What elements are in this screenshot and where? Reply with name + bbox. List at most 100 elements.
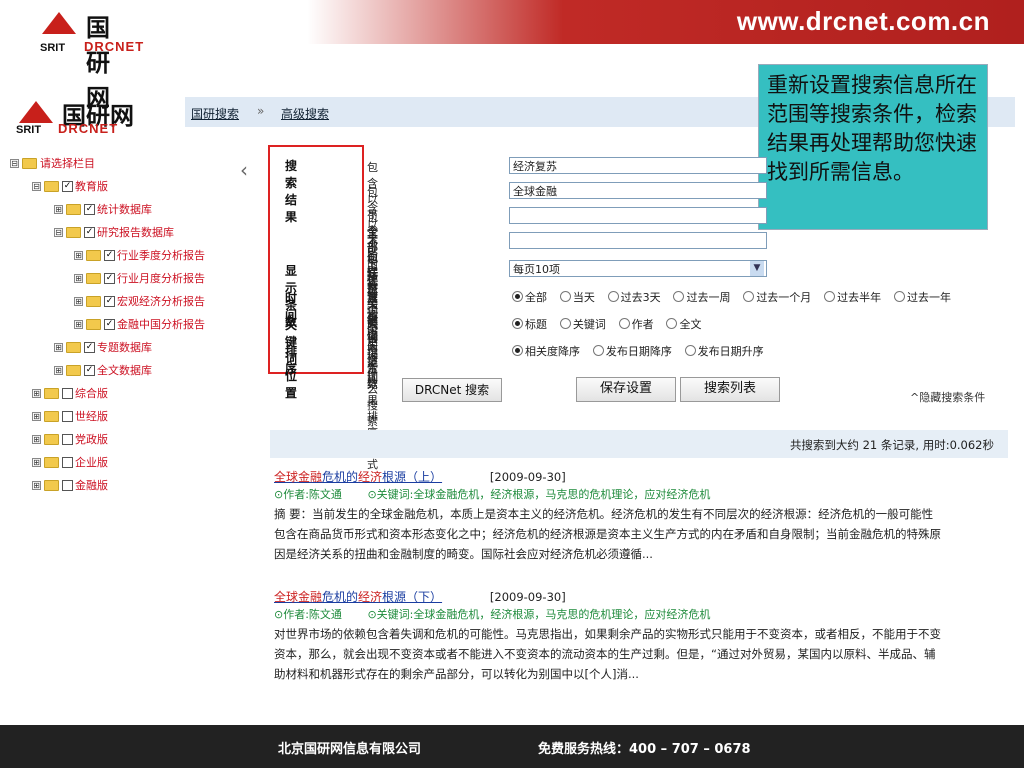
tree-item-label: 专题数据库 [97,341,152,354]
expand-icon[interactable]: ⊞ [32,388,41,398]
checkbox-icon[interactable] [62,410,73,422]
breadcrumb-link-advanced[interactable]: 高级搜索 [281,105,329,122]
exact-keywords-input[interactable]: 全球金融 [509,182,767,199]
result-keywords[interactable]: ⊙关键词:全球金融危机，经济根源，马克思的危机理论，应对经济危机 [367,608,710,621]
tree-item-macro[interactable]: ⊞ ✓ 宏观经济分析报告 [74,292,205,310]
checkbox-icon[interactable] [62,433,73,445]
radio-label: 过去半年 [837,291,882,304]
checkbox-icon[interactable] [62,479,73,491]
expand-icon[interactable]: ⊞ [54,342,63,352]
checkbox-icon[interactable] [62,456,73,468]
result-title-link[interactable]: 全球金融危机的经济根源（下） [274,590,442,604]
checkbox-checked-icon[interactable]: ✓ [104,272,115,284]
search-list-button[interactable]: 搜索列表 [680,377,780,402]
radio-label: 过去3天 [620,291,661,304]
tree-item-education[interactable]: ⊟ ✓ 教育版 [32,177,108,195]
radio-icon[interactable] [592,345,604,356]
tree-item-industry-quarterly[interactable]: ⊞ ✓ 行业季度分析报告 [74,246,205,264]
drcnet-search-button[interactable]: DRCNet 搜索 [402,378,502,402]
tree-item-finance-china[interactable]: ⊞ ✓ 金融中国分析报告 [74,315,205,333]
save-settings-button[interactable]: 保存设置 [576,377,676,402]
expand-icon[interactable]: ⊞ [32,457,41,467]
radio-selected-icon[interactable] [512,345,523,356]
checkbox-checked-icon[interactable]: ✓ [84,203,95,215]
exclude-keywords-input[interactable] [509,232,767,249]
expand-icon[interactable]: ⊞ [74,250,83,260]
tree-item-stats-db[interactable]: ⊞ ✓ 统计数据库 [54,200,152,218]
radio-kw-keyword[interactable]: 关键词 [559,318,606,331]
folder-icon [44,433,59,445]
radio-selected-icon[interactable] [512,291,523,302]
any-keywords-input[interactable] [509,207,767,224]
radio-sort-relevance[interactable]: 相关度降序 [512,345,580,358]
radio-label: 发布日期升序 [697,345,764,358]
tree-item-enterprise[interactable]: ⊞ 企业版 [32,453,108,471]
radio-icon[interactable] [618,318,630,329]
radio-icon[interactable] [684,345,696,356]
collapse-icon[interactable]: ⊟ [10,158,19,168]
tree-item-general[interactable]: ⊞ 综合版 [32,384,108,402]
radio-time-3days[interactable]: 过去3天 [607,291,661,304]
collapse-sidebar-icon[interactable]: ‹ [240,158,248,182]
tree-item-topic-db[interactable]: ⊞ ✓ 专题数据库 [54,338,152,356]
radio-icon[interactable] [893,291,905,302]
collapse-icon[interactable]: ⊟ [32,181,41,191]
radio-time-month[interactable]: 过去一个月 [743,291,811,304]
chevron-down-icon[interactable]: ▼ [750,261,764,276]
radio-time-year[interactable]: 过去一年 [893,291,951,304]
result-keywords[interactable]: ⊙关键词:全球金融危机，经济根源，马克思的危机理论，应对经济危机 [367,488,710,501]
all-keywords-input[interactable]: 经济复苏 [509,157,767,174]
radio-time-all[interactable]: 全部 [512,291,547,304]
tree-item-root[interactable]: ⊟ 请选择栏目 [10,154,95,172]
expand-icon[interactable]: ⊞ [74,296,83,306]
tree-item-industry-monthly[interactable]: ⊞ ✓ 行业月度分析报告 [74,269,205,287]
expand-icon[interactable]: ⊞ [74,273,83,283]
radio-time-today[interactable]: 当天 [559,291,595,304]
hide-conditions-link[interactable]: ^隐藏搜索条件 [910,389,985,405]
checkbox-checked-icon[interactable]: ✓ [62,180,73,192]
checkbox-checked-icon[interactable]: ✓ [104,249,115,261]
radio-icon[interactable] [743,291,755,302]
radio-icon[interactable] [607,291,619,302]
radio-kw-title[interactable]: 标题 [512,318,547,331]
result-author[interactable]: ⊙作者:陈文通 [274,488,342,501]
checkbox-icon[interactable] [62,387,73,399]
expand-icon[interactable]: ⊞ [74,319,83,329]
radio-time-week[interactable]: 过去一周 [673,291,730,304]
checkbox-checked-icon[interactable]: ✓ [84,364,95,376]
checkbox-checked-icon[interactable]: ✓ [104,295,115,307]
expand-icon[interactable]: ⊞ [32,434,41,444]
radio-label: 相关度降序 [525,345,580,358]
radio-kw-fulltext[interactable]: 全文 [666,318,701,331]
checkbox-checked-icon[interactable]: ✓ [84,226,95,238]
tree-item-finance[interactable]: ⊞ 金融版 [32,476,108,494]
checkbox-checked-icon[interactable]: ✓ [84,341,95,353]
tree-item-fulltext-db[interactable]: ⊞ ✓ 全文数据库 [54,361,152,379]
radio-selected-icon[interactable] [512,318,523,329]
expand-icon[interactable]: ⊞ [54,204,63,214]
expand-icon[interactable]: ⊞ [32,480,41,490]
expand-icon[interactable]: ⊞ [32,411,41,421]
time-range-group: 全部 当天 过去3天 过去一周 过去一个月 过去半年 过去一年 [512,289,960,305]
radio-kw-author[interactable]: 作者 [618,318,654,331]
expand-icon[interactable]: ⊞ [54,365,63,375]
radio-icon[interactable] [673,291,685,302]
breadcrumb-link-search[interactable]: 国研搜索 [191,105,239,122]
radio-icon[interactable] [559,291,571,302]
radio-icon[interactable] [824,291,836,302]
tree-item-research-db[interactable]: ⊟ ✓ 研究报告数据库 [54,223,174,241]
radio-sort-date-asc[interactable]: 发布日期升序 [684,345,764,358]
display-count-select[interactable]: 每页10项 ▼ [509,260,767,277]
result-title-link[interactable]: 全球金融危机的经济根源（上） [274,470,442,484]
result-author[interactable]: ⊙作者:陈文通 [274,608,342,621]
app-logo[interactable]: 国研网 SRIT DRCNET [16,98,176,138]
radio-label: 标题 [525,318,547,331]
radio-icon[interactable] [666,318,678,329]
radio-sort-date-desc[interactable]: 发布日期降序 [592,345,672,358]
collapse-icon[interactable]: ⊟ [54,227,63,237]
radio-icon[interactable] [559,318,571,329]
checkbox-checked-icon[interactable]: ✓ [104,318,115,330]
tree-item-world-econ[interactable]: ⊞ 世经版 [32,407,108,425]
radio-time-halfyear[interactable]: 过去半年 [824,291,881,304]
tree-item-party-gov[interactable]: ⊞ 党政版 [32,430,108,448]
